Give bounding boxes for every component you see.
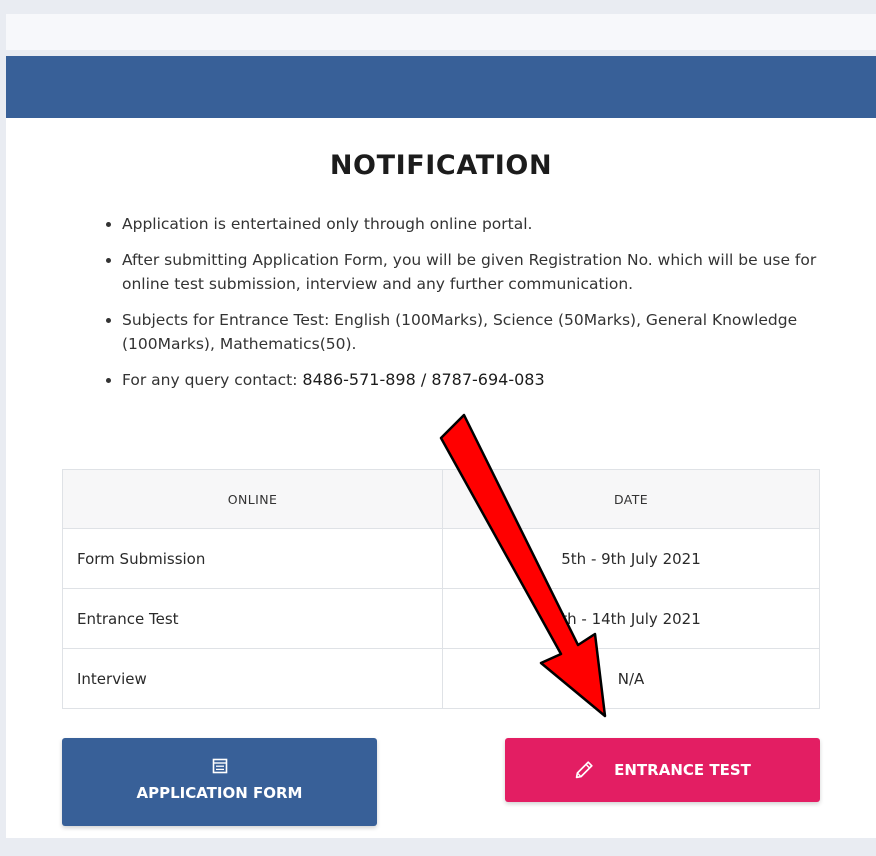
schedule-table: ONLINE DATE Form Submission 5th - 9th Ju… [62,469,820,709]
header-band [6,56,876,118]
entrance-test-button[interactable]: ENTRANCE TEST [505,738,820,802]
pencil-icon [575,761,593,779]
event-cell: Form Submission [62,528,443,589]
table-header-row: ONLINE DATE [62,469,820,529]
contact-numbers: 8486-571-898 / 8787-694-083 [302,369,545,389]
entrance-test-label: ENTRANCE TEST [614,761,751,779]
date-cell: 5th - 9th July 2021 [442,528,820,589]
event-cell: Interview [62,648,443,709]
application-form-button[interactable]: APPLICATION FORM [62,738,377,826]
column-header-date: DATE [442,469,820,529]
notification-list: Application is entertained only through … [84,212,822,403]
column-header-online: ONLINE [62,469,443,529]
page-title: NOTIFICATION [329,150,553,181]
contact-label: For any query contact: [122,370,303,389]
table-row: Form Submission 5th - 9th July 2021 [62,528,820,589]
table-row: Entrance Test th - 14th July 2021 [62,588,820,649]
table-row: Interview N/A [62,648,820,709]
date-cell: N/A [442,648,820,709]
notice-item: After submitting Application Form, you w… [122,248,822,297]
date-cell: th - 14th July 2021 [442,588,820,649]
event-cell: Entrance Test [62,588,443,649]
page-top-strip [6,14,876,50]
notice-item: Application is entertained only through … [122,212,822,237]
form-icon [212,758,227,774]
notice-item-contact: For any query contact: 8486-571-898 / 87… [122,368,822,393]
application-form-label: APPLICATION FORM [136,784,303,802]
notice-item: Subjects for Entrance Test: English (100… [122,308,822,357]
